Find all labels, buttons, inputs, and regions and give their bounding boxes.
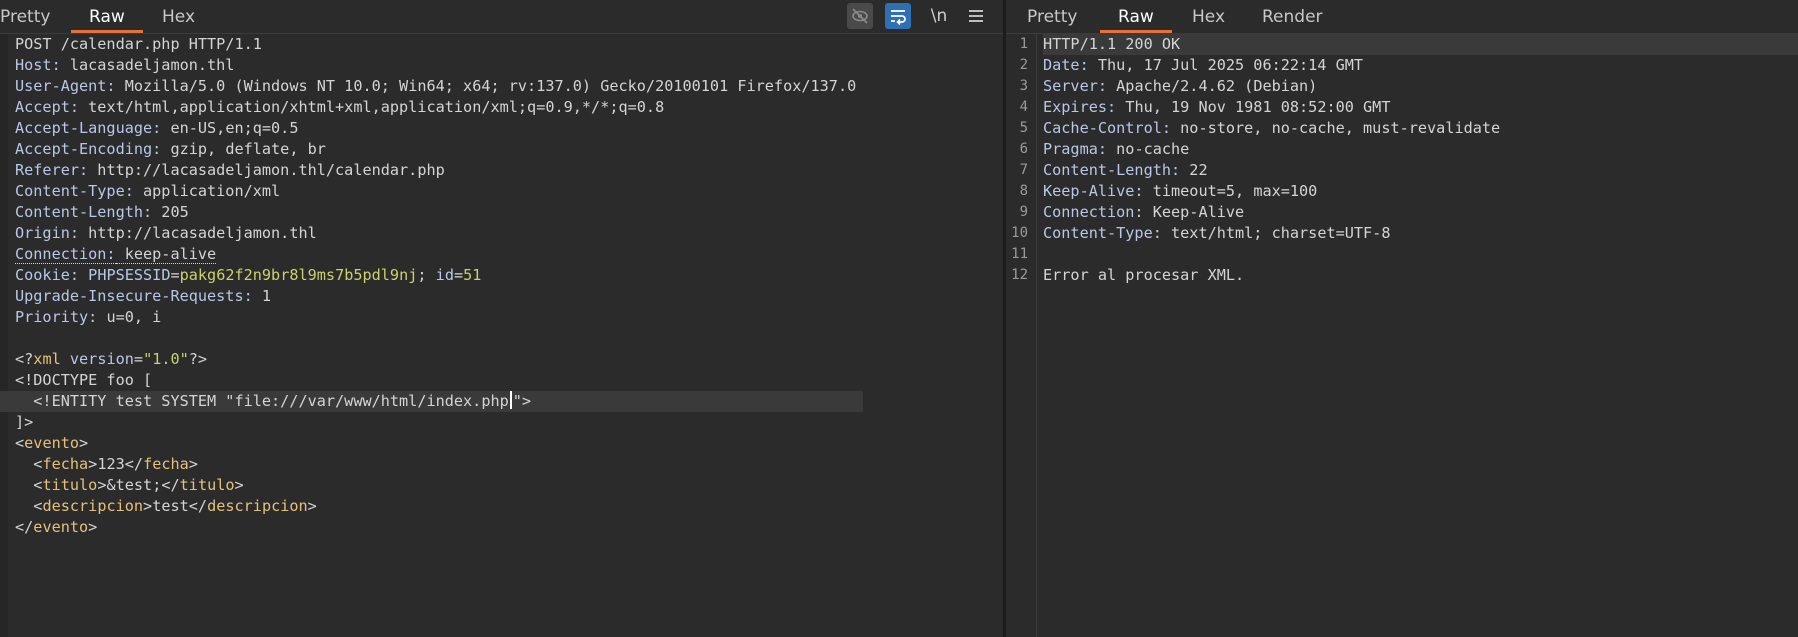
xml-field-line: <fecha>123</fecha> <box>33 455 198 473</box>
request-header-line: Host: lacasadeljamon.thl <box>15 56 235 74</box>
request-pane: Pretty Raw Hex \n POST /calendar.php HTT… <box>0 0 1003 637</box>
request-header-line: Content-Type: application/xml <box>15 182 281 200</box>
cookie-header-line: Cookie: PHPSESSID=pakg62f2n9br8l9ms7b5pd… <box>15 266 482 284</box>
response-header-line: Expires: Thu, 19 Nov 1981 08:52:00 GMT <box>1043 98 1391 116</box>
word-wrap-icon-svg <box>891 10 906 26</box>
request-header-line: Connection: keep-alive <box>15 245 217 264</box>
response-tab-raw[interactable]: Raw <box>1100 0 1172 33</box>
response-header-line: Keep-Alive: timeout=5, max=100 <box>1043 182 1318 200</box>
entity-line: <!ENTITY test SYSTEM "file:///var/www/ht… <box>0 391 863 412</box>
eye-slash-icon-svg <box>852 8 868 24</box>
eye-slash-icon[interactable] <box>847 3 873 29</box>
request-header-line: Origin: http://lacasadeljamon.thl <box>15 224 317 242</box>
text-caret <box>509 391 512 409</box>
response-header-line: Content-Length: 22 <box>1043 161 1208 179</box>
response-body-line: Error al procesar XML. <box>1043 266 1245 284</box>
newline-toggle-button[interactable]: \n <box>924 3 954 29</box>
response-tabbar: Pretty Raw Hex Render <box>1006 0 1798 34</box>
xml-field-line: <descripcion>test</descripcion> <box>33 497 317 515</box>
response-header-line: Pragma: no-cache <box>1043 140 1190 158</box>
xml-root-close-line: </evento> <box>15 518 98 536</box>
request-header-line: Accept: text/html,application/xhtml+xml,… <box>15 98 665 116</box>
status-line: HTTP/1.1 200 OK <box>1043 34 1798 55</box>
xml-field-line: <titulo>&test;</titulo> <box>33 476 244 494</box>
response-header-line: Content-Type: text/html; charset=UTF-8 <box>1043 224 1391 242</box>
request-tab-hex[interactable]: Hex <box>162 0 195 33</box>
response-pane: Pretty Raw Hex Render 1 2 3 4 5 6 7 8 9 … <box>1006 0 1798 637</box>
request-header-line: Content-Length: 205 <box>15 203 189 221</box>
response-tab-pretty[interactable]: Pretty <box>1027 0 1077 33</box>
request-header-line: Referer: http://lacasadeljamon.thl/calen… <box>15 161 445 179</box>
hamburger-menu-icon[interactable] <box>963 3 989 29</box>
request-tab-pretty[interactable]: Pretty <box>0 0 50 33</box>
word-wrap-icon[interactable] <box>885 3 911 29</box>
response-header-line: Cache-Control: no-store, no-cache, must-… <box>1043 119 1501 137</box>
response-header-line: Connection: Keep-Alive <box>1043 203 1245 221</box>
doctype-close-line: ]> <box>15 413 34 431</box>
request-header-line: Accept-Language: en-US,en;q=0.5 <box>15 119 299 137</box>
request-line: POST /calendar.php HTTP/1.1 <box>15 35 262 53</box>
hamburger-menu-icon-svg <box>969 10 983 22</box>
request-editor[interactable]: POST /calendar.php HTTP/1.1 Host: lacasa… <box>0 34 1003 637</box>
doctype-line: <!DOCTYPE foo [ <box>15 371 153 389</box>
request-tab-raw[interactable]: Raw <box>71 0 143 33</box>
response-tab-hex[interactable]: Hex <box>1192 0 1225 33</box>
response-header-line: Date: Thu, 17 Jul 2025 06:22:14 GMT <box>1043 56 1364 74</box>
response-header-line: Server: Apache/2.4.62 (Debian) <box>1043 77 1318 95</box>
xml-root-open-line: <evento> <box>15 434 89 452</box>
response-tab-render[interactable]: Render <box>1262 0 1323 33</box>
request-header-line: Accept-Encoding: gzip, deflate, br <box>15 140 326 158</box>
response-editor[interactable]: HTTP/1.1 200 OK Date: Thu, 17 Jul 2025 0… <box>1006 34 1798 637</box>
request-tabbar: Pretty Raw Hex \n <box>0 0 1003 34</box>
request-header-line: Upgrade-Insecure-Requests: 1 <box>15 287 272 305</box>
request-header-line: User-Agent: Mozilla/5.0 (Windows NT 10.0… <box>15 77 857 95</box>
xml-declaration-line: <?xml version="1.0"?> <box>15 350 208 368</box>
request-header-line: Priority: u=0, i <box>15 308 162 326</box>
